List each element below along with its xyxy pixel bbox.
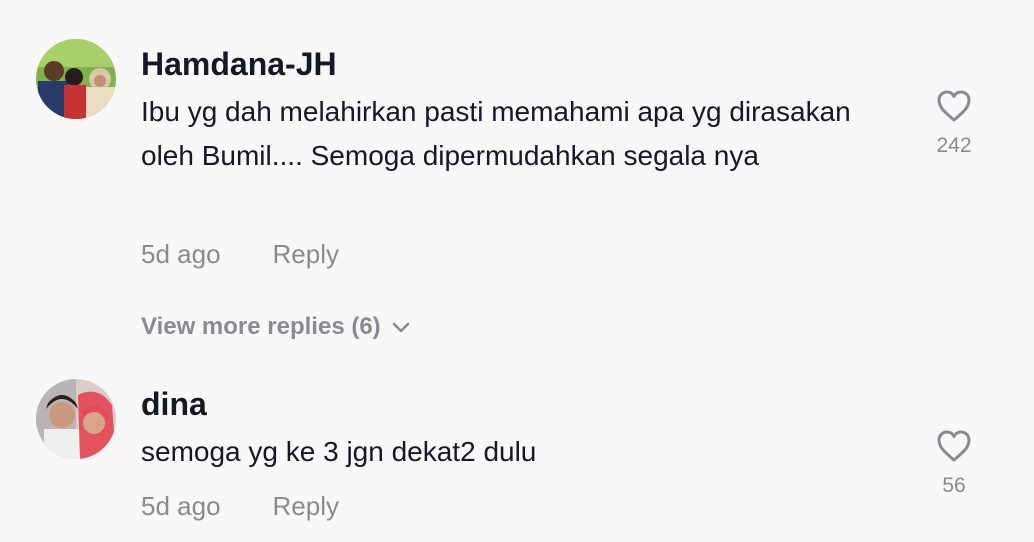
comment-username[interactable]: dina [141,385,207,423]
comment-timestamp: 5d ago [141,491,221,521]
comment-text: semoga yg ke 3 jgn dekat2 dulu [141,436,537,467]
comment-item: dina semoga yg ke 3 jgn dekat2 dulu 5d a… [0,0,1034,542]
like-button[interactable]: 56 [914,429,994,499]
reply-button[interactable]: Reply [273,491,339,521]
comment-meta: 5d ago Reply [141,490,339,522]
like-count: 56 [942,474,966,497]
heart-outline-icon [937,430,971,462]
avatar-photo [36,379,116,459]
comments-panel: ⌒ ⌒ ⌒ Hamdana-JH Ibu yg dah melahirkan p… [0,0,1034,542]
avatar[interactable] [36,379,116,459]
